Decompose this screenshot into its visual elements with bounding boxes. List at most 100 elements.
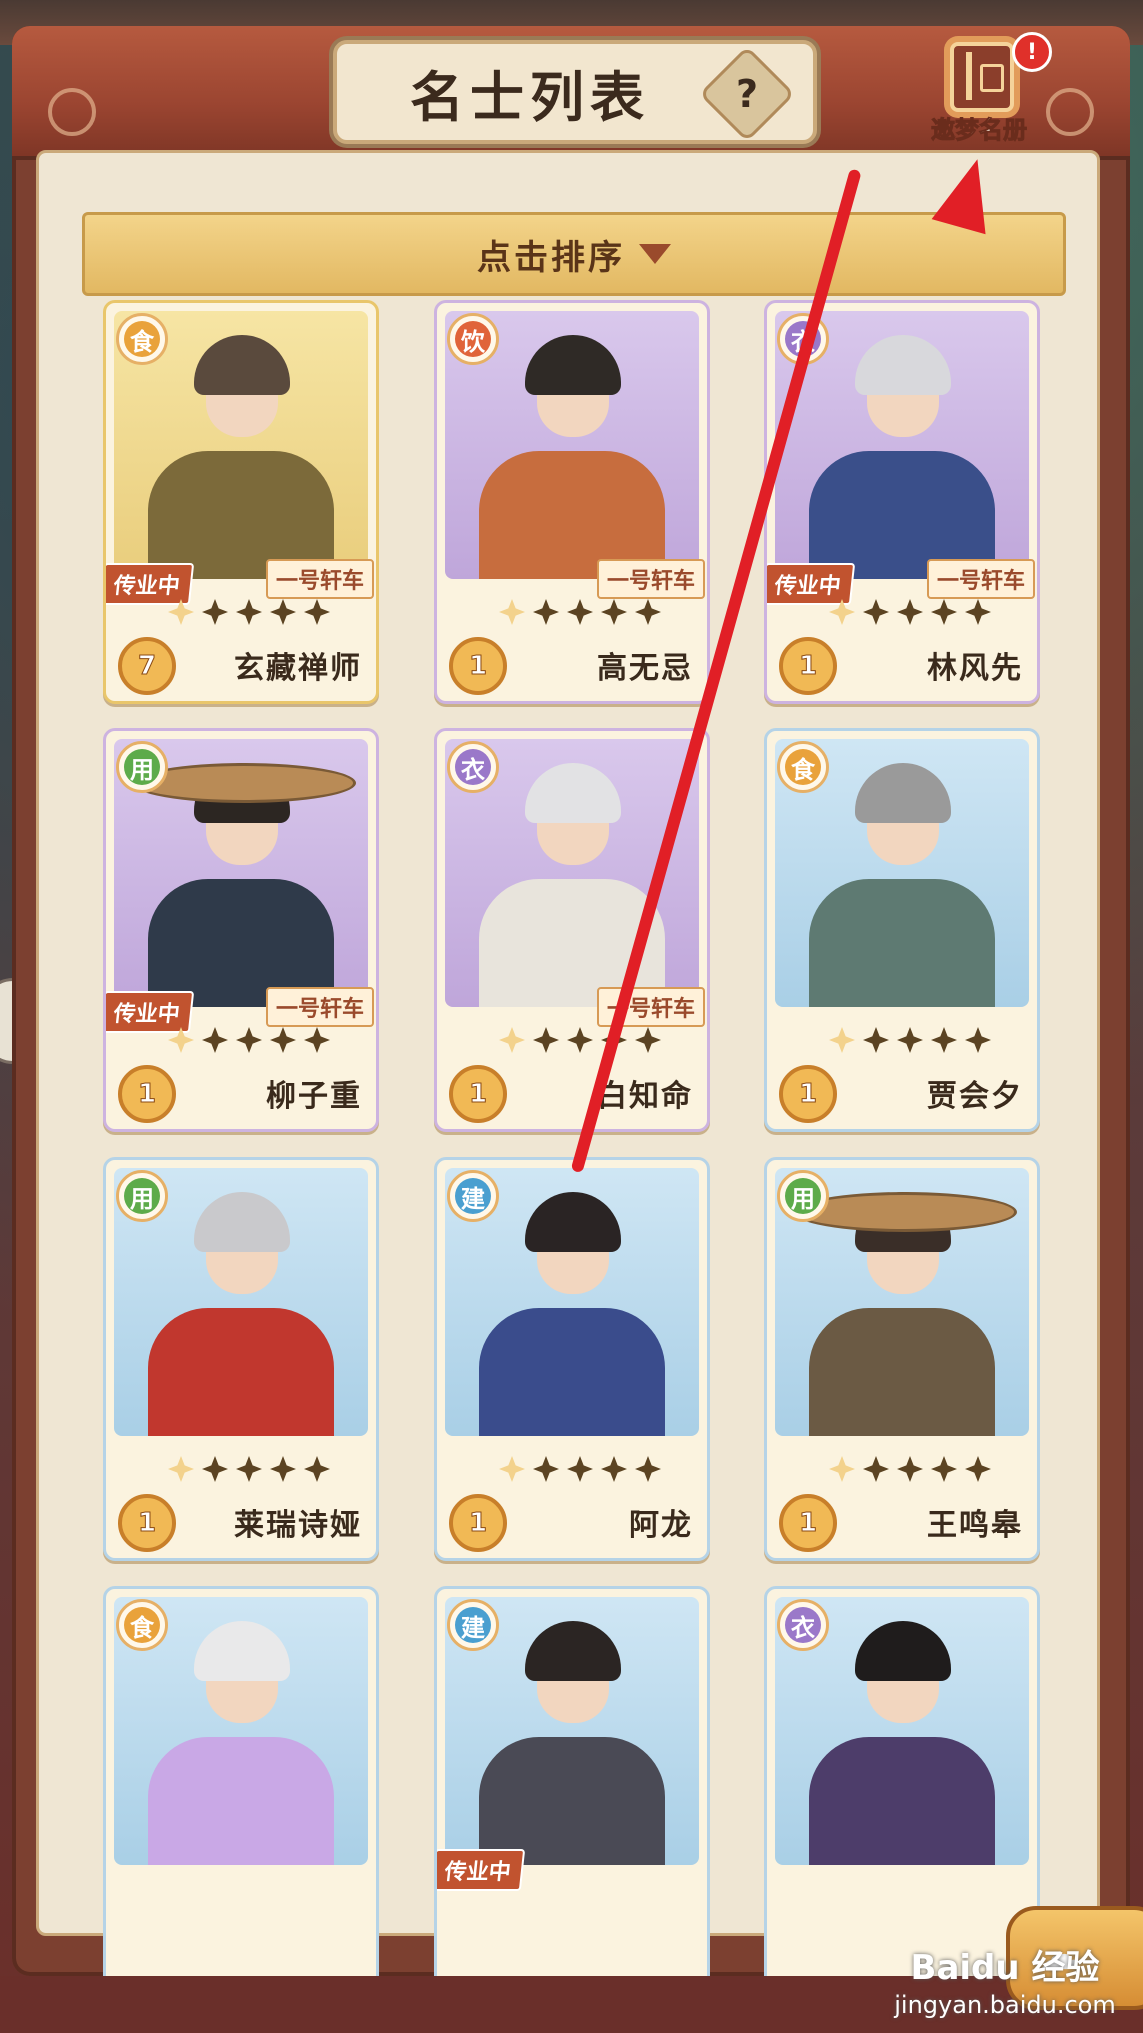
star-icon [168,599,194,625]
portrait-hair [855,335,951,395]
portrait-figure [809,1308,995,1436]
star-icon [635,1456,661,1482]
level-badge: 7 [118,637,176,695]
star-icon [829,1456,855,1482]
category-badge: 食 [777,741,829,793]
portrait-figure [148,1308,334,1436]
star-rating [829,1456,991,1482]
watermark: Baidu 经验 jingyan.baidu.com [880,1940,1130,2019]
star-rating [499,1027,661,1053]
ornament-right-icon [1046,88,1094,136]
working-tag: 传业中 [437,1849,526,1891]
star-icon [236,1456,262,1482]
category-badge: 饮 [447,313,499,365]
star-icon [567,1456,593,1482]
star-icon [567,1027,593,1053]
hero-name: 林风先 [927,651,1023,686]
level-badge: 1 [449,1065,507,1123]
level-badge: 1 [779,637,837,695]
star-icon [635,599,661,625]
portrait-hair [194,335,290,395]
star-icon [499,1456,525,1482]
hero-card[interactable]: 衣一号轩车 1 白知命 [434,728,710,1132]
star-icon [499,1027,525,1053]
star-icon [533,599,559,625]
star-icon [202,1027,228,1053]
hero-name: 柳子重 [266,1079,362,1114]
hero-card[interactable]: 建传业中 [434,1586,710,1990]
roster-button[interactable]: ! 邀梦名册 [920,30,1052,148]
watermark-url: jingyan.baidu.com [894,1991,1116,2019]
category-label: 衣 [455,749,491,785]
hero-card[interactable]: 饮一号轩车 1 高无忌 [434,300,710,704]
star-icon [533,1027,559,1053]
portrait-figure [809,1737,995,1865]
category-badge: 用 [777,1170,829,1222]
star-icon [202,599,228,625]
star-icon [304,1027,330,1053]
category-badge: 用 [116,1170,168,1222]
portrait-figure [148,1737,334,1865]
category-badge: 建 [447,1170,499,1222]
star-icon [533,1456,559,1482]
sort-label: 点击排序 [477,237,625,278]
hero-name: 高无忌 [597,651,693,686]
star-icon [931,1027,957,1053]
hero-card[interactable]: 衣 [764,1586,1040,1990]
level-badge: 1 [449,1494,507,1552]
book-icon [950,42,1014,112]
alert-badge: ! [1012,32,1052,72]
star-icon [304,599,330,625]
category-badge: 衣 [777,1599,829,1651]
title-plate: 名士列表 ? [333,40,817,144]
hero-card[interactable]: 食 1 贾会夕 [764,728,1040,1132]
ornament-left-icon [48,88,96,136]
hero-name: 贾会夕 [927,1079,1023,1114]
hero-card[interactable]: 用传业中 一号轩车 1 柳子重 [103,728,379,1132]
portrait-figure [809,879,995,1007]
star-icon [270,1027,296,1053]
portrait-figure [479,1737,665,1865]
level-badge: 1 [118,1494,176,1552]
cart-tag: 一号轩车 [265,559,374,599]
page-title: 名士列表 [410,64,650,129]
help-button[interactable]: ? [698,45,796,143]
star-icon [897,1027,923,1053]
star-icon [168,1027,194,1053]
category-label: 用 [124,1178,160,1214]
star-icon [236,1027,262,1053]
level-badge: 1 [449,637,507,695]
category-label: 食 [124,321,160,357]
portrait-hair [194,1192,290,1252]
star-icon [601,1456,627,1482]
category-label: 食 [785,749,821,785]
hero-card[interactable]: 建 1 阿龙 [434,1157,710,1561]
category-label: 用 [124,749,160,785]
hero-name: 玄藏禅师 [234,651,362,686]
sort-button[interactable]: 点击排序 [82,212,1066,296]
category-label: 建 [455,1607,491,1643]
star-icon [499,599,525,625]
category-label: 建 [455,1178,491,1214]
category-badge: 建 [447,1599,499,1651]
star-icon [829,599,855,625]
star-icon [601,599,627,625]
portrait-hair [525,763,621,823]
star-icon [202,1456,228,1482]
hero-card[interactable]: 用 1 王鸣皋 [764,1157,1040,1561]
portrait-hair [525,335,621,395]
portrait-figure [479,1308,665,1436]
hero-card[interactable]: 用 1 莱瑞诗娅 [103,1157,379,1561]
level-badge: 1 [118,1065,176,1123]
hero-name: 莱瑞诗娅 [234,1508,362,1543]
star-rating [168,1027,330,1053]
star-icon [897,599,923,625]
hero-card[interactable]: 食 [103,1586,379,1990]
star-icon [304,1456,330,1482]
portrait-hair [855,763,951,823]
star-icon [897,1456,923,1482]
category-label: 衣 [785,1607,821,1643]
hero-card[interactable]: 食传业中 一号轩车 7 玄藏禅师 [103,300,379,704]
star-rating [168,599,330,625]
category-label: 用 [785,1178,821,1214]
